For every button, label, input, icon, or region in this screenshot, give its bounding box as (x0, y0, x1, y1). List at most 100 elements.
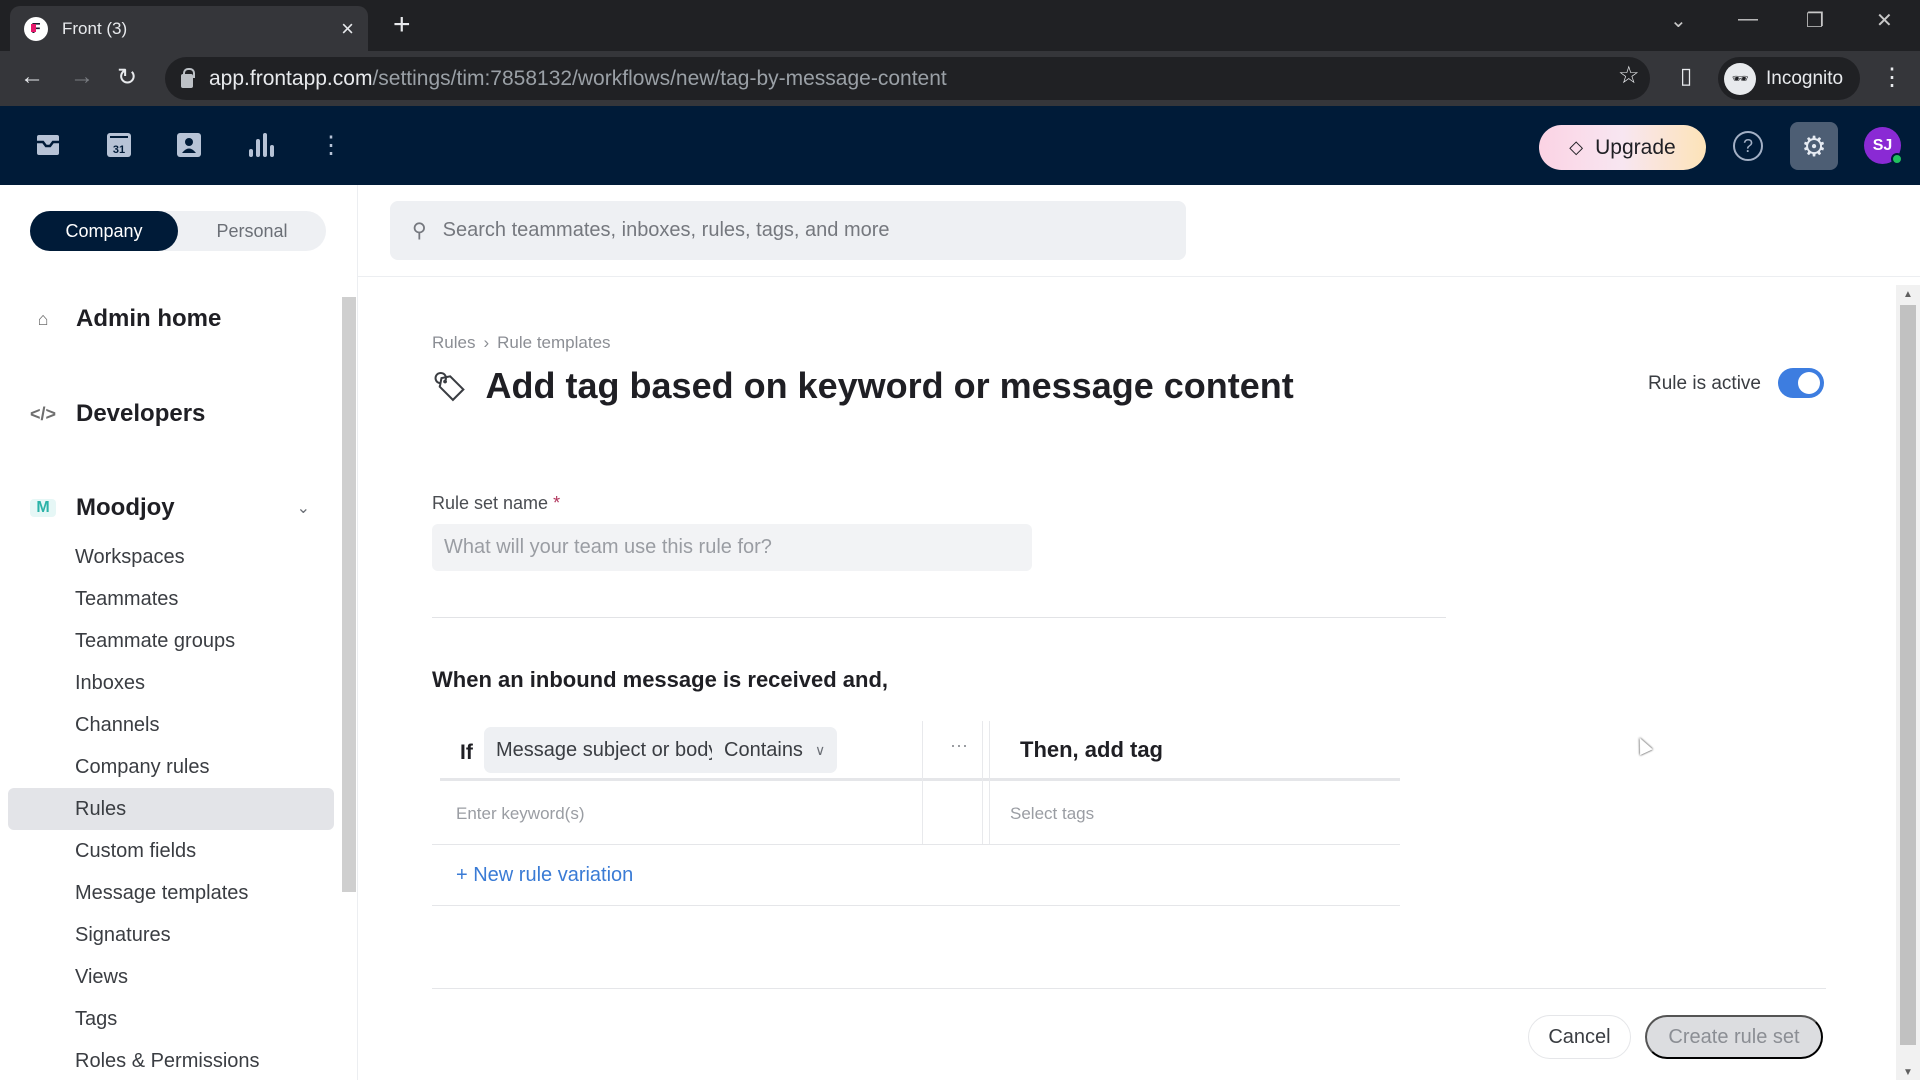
sidebar-item-teammates[interactable]: Teammates (8, 578, 334, 620)
app-top-bar: 31 ⋮ ◇ Upgrade ? ⚙ SJ (0, 106, 1920, 185)
keyword-input[interactable]: Enter keyword(s) (456, 804, 584, 824)
breadcrumb-rules[interactable]: Rules (432, 333, 475, 352)
reload-icon[interactable]: ↻ (117, 63, 137, 92)
close-tab-icon[interactable]: × (341, 16, 354, 42)
divider (432, 988, 1826, 989)
rule-active-toggle[interactable] (1778, 368, 1824, 398)
sidebar-item-views[interactable]: Views (8, 956, 334, 998)
workspace-badge: M (30, 499, 56, 517)
sidebar-item-company-rules[interactable]: Company rules (8, 746, 334, 788)
then-label: Then, add tag (1020, 737, 1163, 762)
cancel-button[interactable]: Cancel (1528, 1015, 1631, 1059)
create-rule-set-button[interactable]: Create rule set (1645, 1015, 1823, 1059)
browser-tab-strip: F Front (3) × + ⌄ — ❐ ✕ (0, 0, 1920, 51)
chevron-down-icon[interactable]: ⌄ (297, 498, 310, 518)
home-icon: ⌂ (37, 308, 49, 329)
rule-set-name-label: Rule set name * (432, 493, 560, 514)
chevron-down-icon: ∨ (814, 741, 826, 758)
sidebar-workspace-moodjoy[interactable]: M Moodjoy ⌄ (30, 494, 310, 522)
rule-table-header: If Message subject or body ∨ Contains ∨ … (440, 721, 1400, 781)
new-rule-variation-link[interactable]: + New rule variation (456, 864, 633, 887)
sidebar-item-teammate-groups[interactable]: Teammate groups (8, 620, 334, 662)
close-window-icon[interactable]: ✕ (1876, 8, 1893, 33)
operator-select[interactable]: Contains ∨ (712, 727, 838, 773)
help-icon[interactable]: ? (1733, 131, 1763, 161)
browser-menu-icon[interactable]: ⋮ (1880, 63, 1904, 92)
back-icon[interactable]: ← (20, 63, 44, 91)
required-mark: * (553, 493, 561, 513)
sidebar-item-custom-fields[interactable]: Custom fields (8, 830, 334, 872)
more-icon[interactable]: ⋮ (316, 130, 346, 160)
tag-select[interactable]: Select tags (1010, 804, 1094, 824)
browser-toolbar: ← → ↻ app.frontapp.com /settings/tim:785… (0, 51, 1920, 106)
code-icon: </> (30, 403, 57, 424)
divider (432, 905, 1400, 906)
inbox-icon[interactable] (33, 130, 63, 160)
scope-toggle: Company Personal (30, 211, 326, 251)
rule-row: Enter keyword(s) Select tags (432, 784, 1400, 845)
search-placeholder: Search teammates, inboxes, rules, tags, … (442, 219, 890, 241)
upgrade-button[interactable]: ◇ Upgrade (1539, 125, 1706, 170)
sidebar-item-roles-permissions[interactable]: Roles & Permissions (8, 1040, 334, 1082)
field-select-value: Message subject or body (496, 738, 719, 761)
minimize-icon[interactable]: — (1738, 8, 1758, 31)
if-label: If (460, 741, 473, 764)
avatar-initials: SJ (1872, 136, 1893, 154)
sidebar-item-developers[interactable]: </> Developers (30, 400, 205, 428)
breadcrumb-rule-templates[interactable]: Rule templates (497, 333, 610, 352)
sidebar-item-workspaces[interactable]: Workspaces (8, 536, 334, 578)
search-icon: ⚲ (412, 220, 427, 242)
svg-text:31: 31 (113, 144, 125, 156)
settings-search[interactable]: ⚲ Search teammates, inboxes, rules, tags… (390, 201, 1186, 260)
analytics-icon[interactable] (245, 130, 275, 160)
segment-company[interactable]: Company (30, 211, 178, 251)
avatar[interactable]: SJ (1864, 127, 1903, 165)
settings-sidebar: Company Personal ⌂ Admin home </> Develo… (0, 185, 358, 1080)
side-panel-icon[interactable]: ▯ (1680, 63, 1692, 89)
diamond-icon: ◇ (1569, 137, 1584, 157)
upgrade-label: Upgrade (1595, 135, 1676, 159)
contacts-icon[interactable] (174, 130, 204, 160)
url-path: /settings/tim:7858132/workflows/new/tag-… (372, 66, 947, 90)
rule-set-name-input[interactable] (432, 524, 1032, 571)
main-content: ⚲ Search teammates, inboxes, rules, tags… (358, 185, 1920, 1080)
sidebar-item-signatures[interactable]: Signatures (8, 914, 334, 956)
incognito-icon: 🕶 (1724, 62, 1756, 95)
presence-indicator (1891, 153, 1903, 165)
tab-search-chevron-icon[interactable]: ⌄ (1670, 8, 1687, 33)
calendar-icon[interactable]: 31 (104, 130, 134, 160)
sidebar-item-rules[interactable]: Rules (8, 788, 334, 830)
new-tab-icon[interactable]: + (393, 8, 411, 42)
url-host: app.frontapp.com (209, 66, 373, 90)
label-text: Rule set name (432, 493, 549, 513)
sidebar-scrollbar[interactable] (342, 297, 356, 892)
incognito-badge[interactable]: 🕶 Incognito (1718, 57, 1860, 100)
front-favicon-icon: F (24, 16, 48, 41)
forward-icon[interactable]: → (70, 63, 94, 91)
sidebar-item-message-templates[interactable]: Message templates (8, 872, 334, 914)
scroll-up-icon[interactable]: ▲ (1903, 289, 1913, 300)
breadcrumb: Rules › Rule templates (432, 333, 611, 353)
main-scrollbar[interactable]: ▲ ▼ (1896, 285, 1920, 1080)
divider (432, 617, 1446, 618)
address-bar[interactable]: app.frontapp.com /settings/tim:7858132/w… (165, 57, 1650, 100)
breadcrumb-separator: › (483, 333, 490, 352)
bookmark-star-icon[interactable]: ☆ (1618, 61, 1640, 90)
sidebar-item-label: Admin home (76, 305, 222, 332)
tab-title: Front (3) (62, 18, 128, 38)
sidebar-item-admin-home[interactable]: ⌂ Admin home (30, 305, 222, 333)
tag-icon: 🏷︎ (432, 370, 468, 402)
segment-personal[interactable]: Personal (178, 211, 326, 251)
scroll-thumb[interactable] (1900, 305, 1916, 1045)
restore-icon[interactable]: ❐ (1806, 8, 1824, 33)
browser-tab[interactable]: F Front (3) × (10, 6, 368, 51)
rule-active-label: Rule is active (1648, 373, 1761, 394)
settings-gear-icon[interactable]: ⚙ (1790, 122, 1838, 170)
sidebar-item-channels[interactable]: Channels (8, 704, 334, 746)
scroll-down-icon[interactable]: ▼ (1903, 1067, 1913, 1078)
divider (358, 276, 1920, 277)
more-options-icon[interactable]: ··· (950, 735, 968, 756)
sidebar-item-tags[interactable]: Tags (8, 998, 334, 1040)
lock-icon (181, 67, 195, 88)
sidebar-item-inboxes[interactable]: Inboxes (8, 662, 334, 704)
